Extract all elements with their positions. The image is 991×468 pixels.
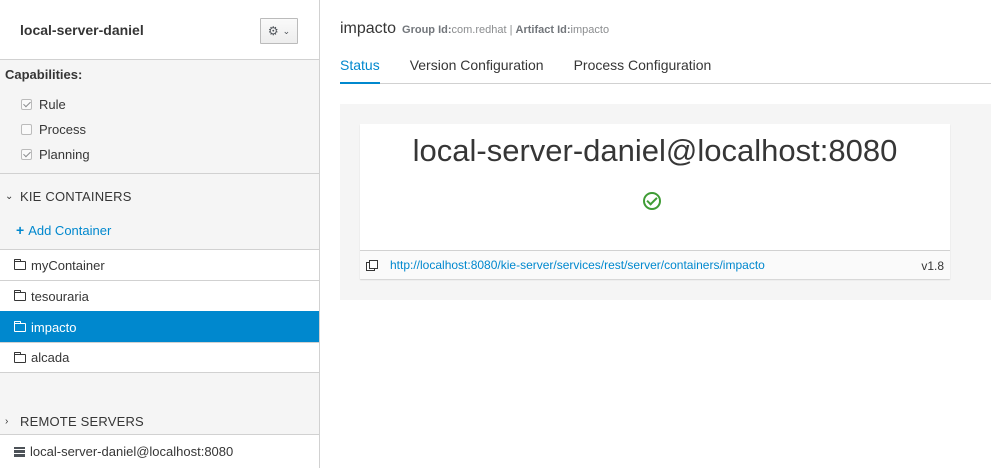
ok-circle-icon (643, 192, 661, 210)
chevron-right-icon: › (5, 415, 9, 427)
version-label: v1.8 (921, 259, 944, 273)
container-title-row: impacto Group Id:com.redhat | Artifact I… (340, 20, 609, 38)
remote-server-label: local-server-daniel@localhost:8080 (30, 444, 234, 459)
tab-version-configuration[interactable]: Version Configuration (410, 50, 544, 83)
container-list: myContainer tesouraria impacto alcada (0, 249, 319, 373)
capability-planning: Planning (21, 147, 90, 162)
container-item-tesouraria[interactable]: tesouraria (0, 280, 319, 311)
status-panel: local-server-daniel@localhost:8080 http:… (340, 104, 991, 300)
card-footer: http://localhost:8080/kie-server/service… (360, 250, 950, 279)
folder-icon (14, 259, 26, 270)
copy-icon[interactable] (366, 259, 378, 271)
container-label: impacto (31, 319, 77, 335)
chevron-down-icon: ⌄ (5, 190, 14, 202)
capability-label: Process (39, 122, 86, 137)
kie-containers-title: KIE CONTAINERS (20, 188, 132, 204)
main-content: impacto Group Id:com.redhat | Artifact I… (320, 0, 991, 468)
container-item-mycontainer[interactable]: myContainer (0, 249, 319, 280)
container-label: tesouraria (31, 288, 89, 304)
server-header: local-server-daniel ⚙ ⌄ (0, 0, 319, 60)
sidebar: local-server-daniel ⚙ ⌄ Capabilities: Ru… (0, 0, 320, 468)
container-label: alcada (31, 350, 70, 365)
remote-servers-title: REMOTE SERVERS (20, 413, 144, 429)
container-item-alcada[interactable]: alcada (0, 342, 319, 373)
capability-process: Process (21, 122, 86, 137)
capabilities-title: Capabilities: (5, 67, 83, 82)
gear-icon: ⚙ (267, 24, 279, 38)
process-checkbox[interactable] (21, 124, 32, 135)
container-label: myContainer (31, 257, 105, 273)
meta-separator: | (509, 24, 513, 36)
rule-checkbox[interactable] (21, 99, 32, 110)
folder-icon (14, 351, 26, 363)
server-settings-button[interactable]: ⚙ ⌄ (260, 18, 298, 44)
group-id-label: Group Id: (402, 24, 452, 36)
kie-containers-header[interactable]: ⌄ KIE CONTAINERS (0, 176, 319, 216)
tab-status[interactable]: Status (340, 50, 380, 84)
artifact-id-label: Artifact Id: (515, 24, 571, 36)
container-item-impacto[interactable]: impacto (0, 311, 319, 342)
container-url-link[interactable]: http://localhost:8080/kie-server/service… (390, 258, 765, 272)
container-meta: Group Id:com.redhat | Artifact Id:impact… (402, 24, 609, 36)
container-name: impacto (340, 20, 397, 37)
folder-icon (14, 290, 26, 301)
capability-rule: Rule (21, 97, 66, 112)
add-container-link[interactable]: + Add Container (16, 222, 111, 238)
container-tabs: Status Version Configuration Process Con… (340, 50, 991, 84)
server-name: local-server-daniel (20, 22, 144, 38)
server-address: local-server-daniel@localhost:8080 (412, 133, 898, 168)
server-icon (14, 446, 25, 457)
server-status-card: local-server-daniel@localhost:8080 http:… (360, 124, 950, 279)
folder-icon (14, 321, 26, 332)
capability-label: Planning (39, 147, 90, 162)
plus-icon: + (16, 222, 25, 238)
group-id-value: com.redhat (451, 24, 507, 36)
planning-checkbox[interactable] (21, 149, 32, 160)
capability-label: Rule (39, 97, 66, 112)
artifact-id-value: impacto (570, 24, 610, 36)
remote-server-item[interactable]: local-server-daniel@localhost:8080 (0, 434, 319, 468)
tab-process-configuration[interactable]: Process Configuration (574, 50, 712, 83)
caret-down-icon: ⌄ (282, 25, 291, 36)
add-container-label: Add Container (28, 222, 112, 238)
